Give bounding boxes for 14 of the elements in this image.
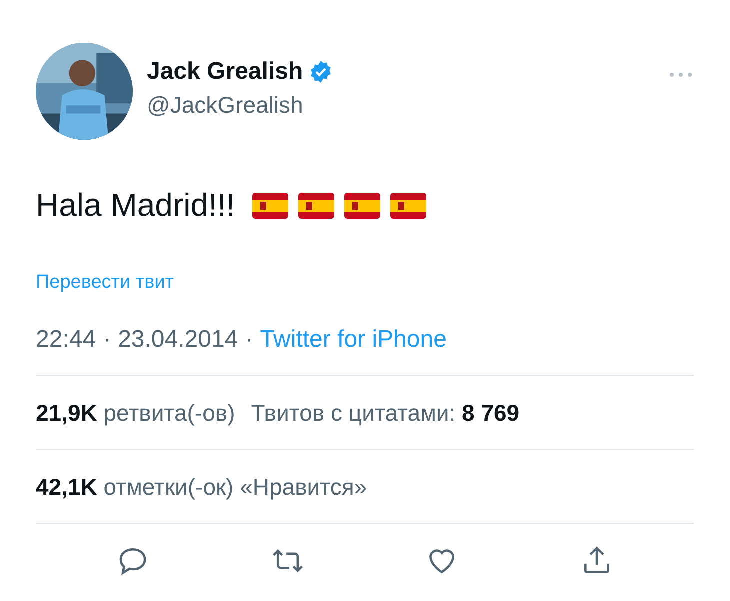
author-handle[interactable]: @JackGrealish <box>147 92 669 119</box>
tweet-date: 23.04.2014 <box>118 326 238 354</box>
separator-dot: · <box>245 326 254 354</box>
retweets-link[interactable]: 21,9K ретвита(-ов) <box>36 400 236 427</box>
spain-flag-icon <box>344 192 382 218</box>
spain-flag-icon <box>298 192 336 218</box>
likes-link[interactable]: 42,1K отметки(-ок) «Нравится» <box>36 474 368 501</box>
separator-dot: · <box>103 326 112 354</box>
quote-tweets-link[interactable]: Твитов с цитатами: 8 769 <box>251 400 520 427</box>
spain-flag-icon <box>390 192 428 218</box>
tweet-text: Hala Madrid!!! <box>36 187 236 224</box>
author-name[interactable]: Jack Grealish <box>147 58 304 86</box>
tweet-time: 22:44 <box>36 326 96 354</box>
spain-flag-icon <box>252 192 290 218</box>
